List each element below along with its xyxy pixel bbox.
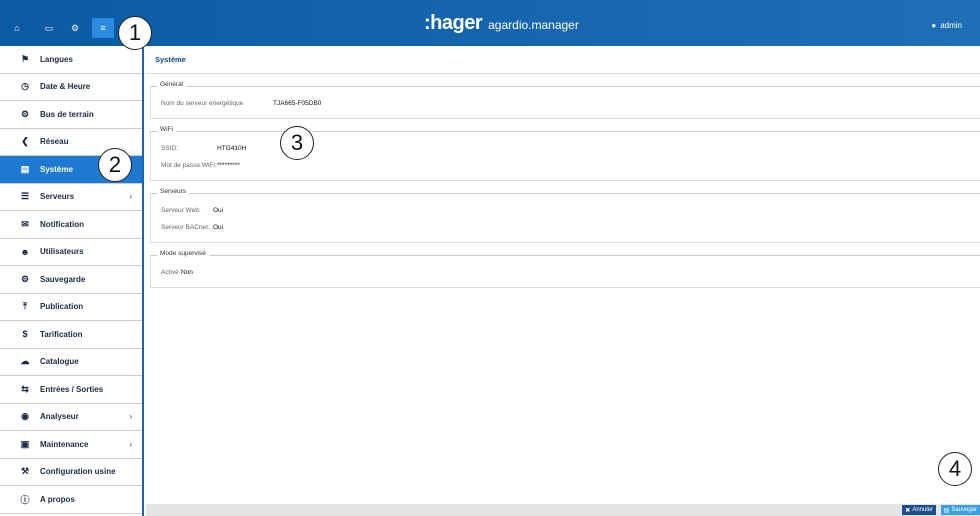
sidebar-item-a-propos[interactable]: ⓘ A propos bbox=[0, 486, 142, 514]
callout-1: 1 bbox=[118, 16, 152, 50]
cogs-icon: ⚙ bbox=[20, 108, 30, 119]
exchange-icon: ⇆ bbox=[21, 383, 29, 394]
bacnet-server-value: Oui bbox=[213, 224, 224, 231]
web-server-label: Serveur Web: bbox=[161, 207, 201, 214]
settings-sliders-icon[interactable]: ≡ bbox=[92, 18, 114, 38]
sidebar-item-label: Notification bbox=[40, 219, 84, 229]
sidebar-item-langues[interactable]: ⚑ Langues bbox=[0, 46, 142, 74]
section-legend: Serveurs bbox=[157, 188, 190, 195]
wifi-password-value: ********* bbox=[217, 162, 240, 169]
toolbox-icon: ▣ bbox=[20, 438, 30, 449]
user-menu[interactable]: ● admin bbox=[931, 21, 962, 30]
sidebar-item-bus-de-terrain[interactable]: ⚙ Bus de terrain bbox=[0, 101, 142, 129]
sidebar-item-label: A propos bbox=[40, 494, 75, 504]
active-value: Non bbox=[181, 269, 193, 276]
sidebar-item-label: Réseau bbox=[40, 137, 69, 147]
user-name: admin bbox=[940, 21, 962, 30]
save-button[interactable]: ▤ Sauvegar bbox=[940, 505, 980, 515]
sidebar-item-configuration-usine[interactable]: ⚒ Configuration usine bbox=[0, 459, 142, 486]
sidebar-item-utilisateurs[interactable]: ☻ Utilisateurs bbox=[0, 239, 142, 266]
sidebar-item-label: Langues bbox=[40, 54, 73, 64]
envelope-icon: ✉ bbox=[21, 218, 29, 229]
sidebar-item-label: Maintenance bbox=[40, 439, 89, 449]
server-icon: ☰ bbox=[20, 191, 30, 202]
sidebar-item-label: Analyseur bbox=[40, 412, 79, 422]
hdd-icon: ▤ bbox=[20, 163, 30, 174]
sidebar-item-label: Publication bbox=[40, 302, 84, 312]
flag-icon: ⚑ bbox=[20, 53, 30, 64]
user-icon: ● bbox=[931, 21, 937, 30]
sidebar-item-label: Sauvegarde bbox=[40, 274, 86, 284]
sidebar-item-tarification[interactable]: $ Tarification bbox=[0, 321, 142, 349]
clock-icon: ◷ bbox=[21, 81, 29, 92]
cogs-icon: ⚙ bbox=[20, 273, 30, 284]
upload-icon: ⤒ bbox=[23, 301, 27, 312]
web-server-value: Oui bbox=[213, 207, 224, 214]
bacnet-server-label: Serveur BACnet: bbox=[161, 224, 210, 231]
sidebar-item-label: Date & Heure bbox=[40, 82, 91, 92]
hager-logo: :hager bbox=[424, 12, 483, 34]
footer-bar: ✖ Annuler ▤ Sauvegar bbox=[146, 504, 980, 516]
servers-section: Serveurs Serveur Web: Oui Serveur BACnet… bbox=[150, 188, 980, 243]
sidebar-item-sauvegarde[interactable]: ⚙ Sauvegarde bbox=[0, 266, 142, 294]
sidebar-item-label: Bus de terrain bbox=[40, 109, 94, 119]
sidebar-item-analyseur[interactable]: ◉ Analyseur › bbox=[0, 404, 142, 431]
wifi-section: WiFi SSID: HTG410H Mot de passe WiFi: **… bbox=[150, 126, 980, 181]
sidebar-item-date-heure[interactable]: ◷ Date & Heure bbox=[0, 74, 142, 101]
section-legend: Mode supervisé bbox=[157, 250, 209, 257]
cogs-icon[interactable]: ⚙ bbox=[64, 18, 86, 38]
close-icon: ✖ bbox=[905, 507, 911, 514]
sidebar-item-label: Système bbox=[40, 164, 73, 174]
page-title: Système bbox=[146, 46, 980, 74]
section-legend: Général bbox=[157, 81, 187, 88]
supervised-mode-section: Mode supervisé Activé Non bbox=[150, 250, 980, 288]
sidebar-item-label: Configuration usine bbox=[40, 467, 116, 477]
sidebar-item-label: Tarification bbox=[40, 329, 83, 339]
sidebar-item-entrees-sorties[interactable]: ⇆ Entrées / Sorties bbox=[0, 376, 142, 404]
callout-4: 4 bbox=[938, 452, 972, 486]
ssid-label: SSID: bbox=[161, 145, 178, 152]
sidebar-item-maintenance[interactable]: ▣ Maintenance › bbox=[0, 431, 142, 459]
home-icon[interactable]: ⌂ bbox=[6, 18, 28, 38]
save-icon: ▤ bbox=[943, 507, 950, 514]
dollar-icon: $ bbox=[22, 329, 28, 340]
ssid-value: HTG410H bbox=[217, 145, 247, 152]
chevron-right-icon: › bbox=[129, 412, 132, 422]
sidebar-item-notification[interactable]: ✉ Notification bbox=[0, 211, 142, 239]
main-content: Système Général Nom du serveur énergétiq… bbox=[146, 46, 980, 516]
brand: :hager agardio.manager bbox=[424, 12, 579, 35]
wrench-icon: ⚒ bbox=[20, 466, 30, 477]
product-name: agardio.manager bbox=[488, 18, 579, 32]
share-icon: ❮ bbox=[21, 136, 29, 147]
cloud-upload-icon: ☁ bbox=[20, 356, 30, 367]
users-icon: ☻ bbox=[20, 246, 30, 257]
server-name-value: TJA665-F05DB0 bbox=[273, 100, 322, 107]
server-name-label: Nom du serveur énergétique bbox=[161, 100, 244, 107]
sidebar-item-publication[interactable]: ⤒ Publication bbox=[0, 294, 142, 321]
sidebar-item-label: Entrées / Sorties bbox=[40, 384, 104, 394]
sidebar: ⚑ Langues ◷ Date & Heure ⚙ Bus de terrai… bbox=[0, 46, 144, 516]
section-legend: WiFi bbox=[157, 126, 176, 133]
general-section: Général Nom du serveur énergétique TJA66… bbox=[150, 81, 980, 119]
eye-icon: ◉ bbox=[21, 411, 29, 422]
sidebar-item-serveurs[interactable]: ☰ Serveurs › bbox=[0, 184, 142, 211]
sidebar-item-label: Utilisateurs bbox=[40, 247, 84, 257]
sidebar-item-catalogue[interactable]: ☁ Catalogue bbox=[0, 349, 142, 376]
chevron-right-icon: › bbox=[129, 439, 132, 449]
monitor-icon[interactable]: ▭ bbox=[38, 18, 60, 38]
sidebar-item-label: Catalogue bbox=[40, 357, 79, 367]
callout-2: 2 bbox=[98, 148, 132, 182]
chevron-right-icon: › bbox=[129, 192, 132, 202]
wifi-password-label: Mot de passe WiFi: bbox=[161, 162, 217, 169]
sidebar-item-label: Serveurs bbox=[40, 192, 75, 202]
callout-3: 3 bbox=[280, 126, 314, 160]
active-label: Activé bbox=[161, 269, 179, 276]
info-icon: ⓘ bbox=[20, 494, 30, 505]
cancel-button[interactable]: ✖ Annuler bbox=[902, 505, 936, 515]
